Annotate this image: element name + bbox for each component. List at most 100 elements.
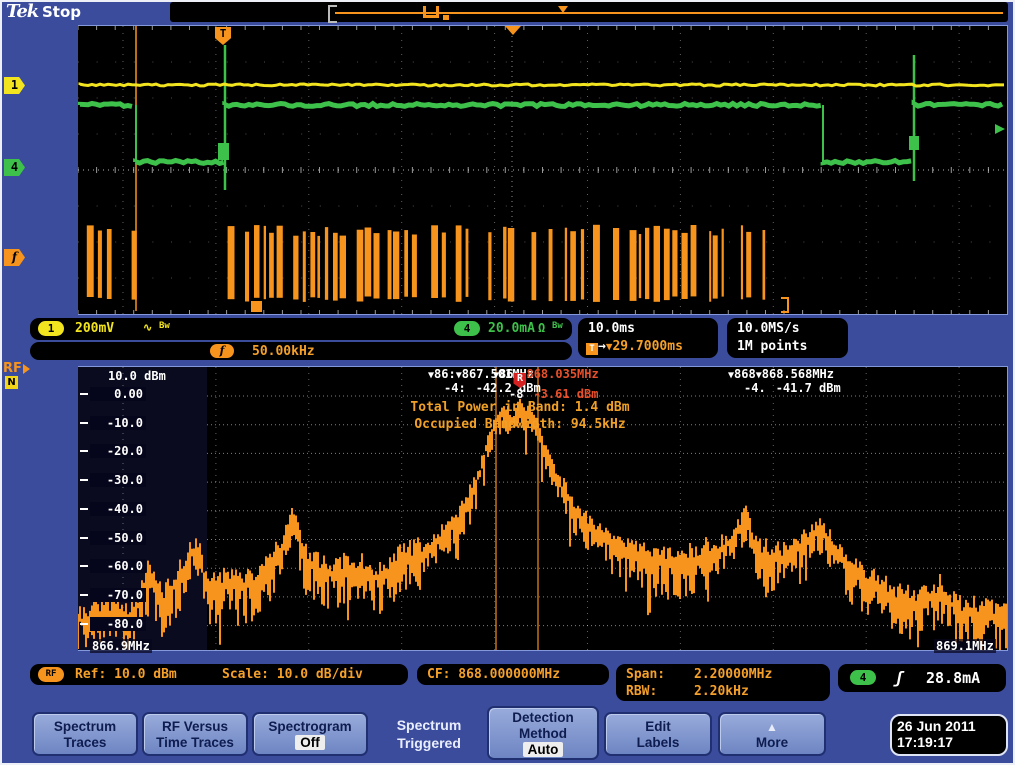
label-line: Spectrum xyxy=(374,717,484,733)
marker-amplitude: -3.61 dBm xyxy=(533,387,598,401)
trigger-source-badge[interactable]: 4 xyxy=(850,670,876,685)
trigger-icon: T xyxy=(586,343,598,355)
button-label: Edit xyxy=(606,719,710,734)
occluded-marker-text: 86: xyxy=(434,368,456,381)
rbw-value: 2.20kHz xyxy=(694,684,749,699)
button-label: More xyxy=(720,735,824,750)
y-tick-icon xyxy=(80,537,88,539)
trigger-slope-icon: ʃ xyxy=(894,668,904,687)
y-tick-icon xyxy=(80,565,88,567)
delay-value: 29.7000ms xyxy=(612,339,682,354)
time-value: 17:19:17 xyxy=(897,734,1001,750)
button-label: Spectrum xyxy=(34,719,136,734)
bandwidth-limit-icon: Bw xyxy=(159,321,170,331)
channel1-badge[interactable]: 1 xyxy=(38,321,64,336)
spectrum-graticule: 10.0 dBm 0.00-10.0-20.0-30.0-40.0-50.0-6… xyxy=(78,366,1008,651)
date-value: 26 Jun 2011 xyxy=(897,718,1001,734)
marker-frequency: 868.035MHz xyxy=(526,367,598,381)
channel1-marker[interactable]: 1 xyxy=(4,77,25,94)
channel1-scale: 200mV xyxy=(75,321,114,336)
reference-marker-readout[interactable]: ▼86R868.035MHz -8-3.61 dBm xyxy=(493,368,599,401)
acquisition-preview-bar xyxy=(170,2,1008,22)
y-tick-icon xyxy=(80,508,88,510)
channel4-scale: 20.0mA xyxy=(488,321,535,336)
rf-label: RF xyxy=(3,361,22,376)
menu-button-rf-versus-time[interactable]: RF Versus Time Traces xyxy=(142,712,248,756)
rf-frequency-readout-box: f 50.00kHz xyxy=(30,342,572,360)
trigger-level-value: 28.8mA xyxy=(926,669,980,687)
freq-stop-label: 869.1MHz xyxy=(934,639,996,653)
button-label: Time Traces xyxy=(144,735,246,750)
button-label: Spectrogram xyxy=(254,719,366,734)
marker-b-readout[interactable]: ▼868▼868.568MHz -4.-41.7 dBm xyxy=(728,368,841,395)
time-domain-graticule xyxy=(78,25,1008,315)
ref-level-readout: Ref: 10.0 dBm xyxy=(75,667,177,682)
y-tick-icon xyxy=(80,623,88,625)
acquisition-window-bracket-icon xyxy=(328,5,337,23)
occluded-marker-text: -4: xyxy=(444,382,466,395)
rf-badge[interactable]: RF xyxy=(38,667,64,682)
coupling-icon: ∿ xyxy=(143,321,152,334)
channel4-marker[interactable]: 4 xyxy=(4,159,25,176)
button-value: Auto xyxy=(523,742,564,757)
menu-button-spectrum-traces[interactable]: Spectrum Traces xyxy=(32,712,138,756)
rf-level-readout-box: RF Ref: 10.0 dBm Scale: 10.0 dB/div xyxy=(30,664,408,685)
record-length: 1M points xyxy=(737,339,807,354)
button-label: RF Versus xyxy=(144,719,246,734)
center-frequency-box: CF: 868.000000MHz xyxy=(417,664,609,685)
menu-button-spectrogram[interactable]: Spectrogram Off xyxy=(252,712,368,756)
acquisition-square-marker-icon xyxy=(443,15,449,20)
sample-rate: 10.0MS/s xyxy=(737,321,800,336)
button-label: Method xyxy=(489,726,597,741)
button-label: Detection xyxy=(489,710,597,725)
y-axis-label: -10.0 xyxy=(90,416,146,430)
y-axis-label: 0.00 xyxy=(90,387,146,401)
tek-logo: Tek xyxy=(6,1,38,22)
channel4-badge[interactable]: 4 xyxy=(454,321,480,336)
rbw-label: RBW: xyxy=(626,684,657,699)
span-value: 2.20000MHz xyxy=(694,667,772,682)
span-rbw-box: Span: 2.20000MHz RBW: 2.20kHz xyxy=(616,664,830,701)
center-frequency-readout: CF: 868.000000MHz xyxy=(427,667,560,682)
occluded-marker-text: 86 xyxy=(499,368,513,381)
menu-button-detection-method[interactable]: Detection Method Auto xyxy=(487,706,599,760)
menu-button-more[interactable]: ▲ More xyxy=(718,712,826,756)
rf-badge[interactable]: f xyxy=(210,344,234,358)
y-tick-icon xyxy=(80,450,88,452)
label-line: Triggered xyxy=(374,735,484,751)
y-tick-icon xyxy=(80,479,88,481)
occluded-marker-text: -4. xyxy=(744,382,766,395)
occluded-marker-text: 868 xyxy=(734,368,756,381)
y-axis-label: -70.0 xyxy=(90,588,146,602)
total-power-annotation: Total Power in Band: 1.4 dBm xyxy=(300,400,740,415)
rf-channel-marker[interactable]: RF N xyxy=(3,361,33,393)
datetime-display: 26 Jun 2011 17:19:17 xyxy=(890,714,1008,756)
time-domain-traces xyxy=(78,26,1007,314)
rf-frequency-value: 50.00kHz xyxy=(252,344,315,359)
y-axis-label: -40.0 xyxy=(90,502,146,516)
y-axis-label: -60.0 xyxy=(90,559,146,573)
horizontal-scale: 10.0ms xyxy=(588,321,635,336)
trigger-readout-box: 4 ʃ 28.8mA xyxy=(838,664,1006,692)
y-axis-label: -30.0 xyxy=(90,473,146,487)
occupied-bandwidth-annotation: Occupied Bandwidth: 94.5kHz xyxy=(300,417,740,432)
marker-frequency: 868.568MHz xyxy=(762,367,834,381)
y-tick-icon xyxy=(80,393,88,395)
expansion-window-marker-icon[interactable] xyxy=(423,6,439,18)
marker-amplitude: -41.7 dBm xyxy=(776,381,841,395)
acquisition-status: Stop xyxy=(42,3,81,21)
expansion-point-marker-icon[interactable] xyxy=(505,26,521,35)
acquisition-readout-box: 10.0MS/s 1M points xyxy=(727,318,848,358)
reference-marker-badge: R xyxy=(513,373,526,388)
trigger-position-marker-icon[interactable] xyxy=(558,6,568,13)
menu-button-edit-labels[interactable]: Edit Labels xyxy=(604,712,712,756)
arrow-icon: → xyxy=(598,339,606,354)
scale-readout: Scale: 10.0 dB/div xyxy=(222,667,363,682)
rf-arrow-icon xyxy=(23,364,30,374)
bandwidth-limit-icon: Bw xyxy=(552,321,563,331)
ref-level-label: 10.0 dBm xyxy=(108,369,166,383)
impedance-icon: Ω xyxy=(538,321,545,335)
button-label: Traces xyxy=(34,735,136,750)
rf-frequency-marker[interactable]: f xyxy=(4,249,25,266)
y-axis-label: -80.0 xyxy=(90,617,146,631)
